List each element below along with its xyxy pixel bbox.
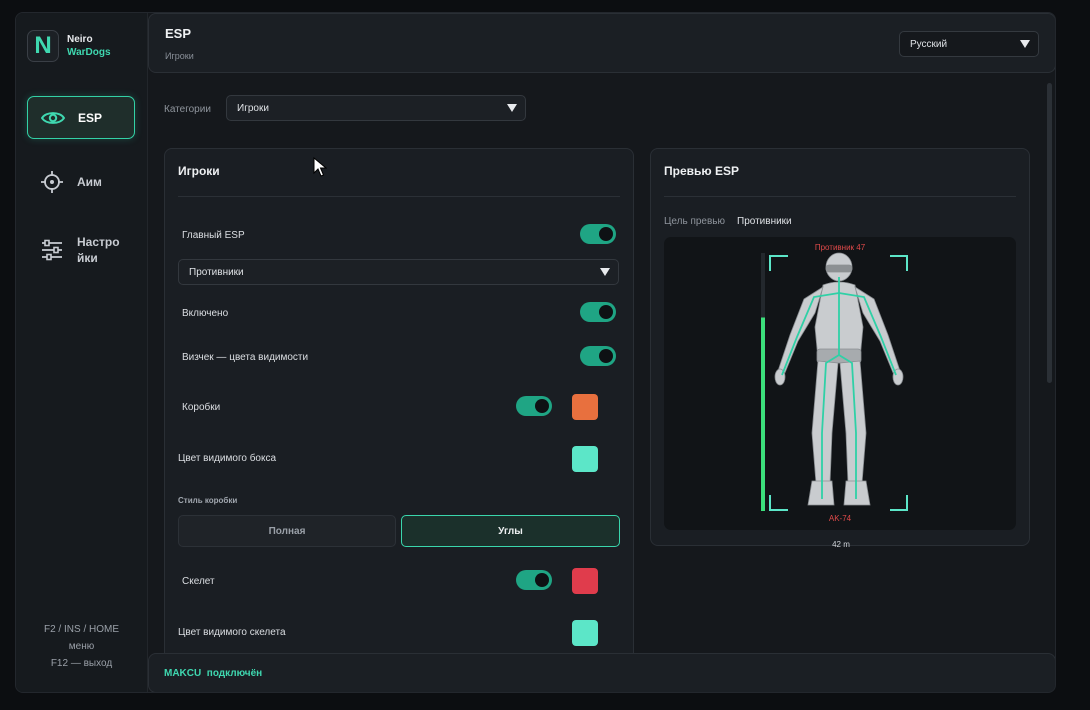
scrollbar[interactable]: [1047, 83, 1052, 383]
preview-target-label: Цель превью: [664, 216, 726, 227]
skeleton-label: Скелет: [182, 576, 215, 587]
boxes-toggle[interactable]: [516, 396, 552, 416]
category-select[interactable]: Игроки: [226, 95, 526, 121]
brand-name: Neiro: [67, 34, 93, 45]
language-select[interactable]: Русский: [899, 31, 1039, 57]
page-subtitle: Игроки: [165, 51, 194, 61]
health-bar-fill: [761, 317, 765, 511]
chevron-down-icon: [600, 268, 610, 276]
sliders-icon: [40, 238, 64, 262]
sidebar-item-esp[interactable]: ESP: [27, 96, 135, 139]
brand-product: WarDogs: [67, 47, 111, 58]
skeleton-color-swatch[interactable]: [572, 568, 598, 594]
visible-skeleton-color-label: Цвет видимого скелета: [178, 627, 286, 638]
enemy-distance-label: 42 m: [832, 540, 850, 549]
sidebar-item-label: ESP: [78, 110, 103, 125]
boxes-label: Коробки: [182, 402, 221, 413]
box-style-corners-button[interactable]: Углы: [401, 515, 620, 547]
hotkey-hint: F2 / INS / HOME меню F12 — выход: [43, 624, 119, 669]
visibility-check-label: Визчек — цвета видимости: [182, 352, 309, 363]
chevron-down-icon: [1020, 40, 1030, 48]
header: ESP Игроки Русский: [148, 13, 1055, 73]
app-window: N Neiro WarDogs ESP Аим Настро йки F2 / …: [15, 12, 1056, 693]
sidebar-item-label: Аим: [77, 174, 102, 189]
box-style-label: Стиль коробки: [178, 496, 238, 505]
preview-canvas: Противник 47 AK-74: [664, 237, 1016, 530]
status-bar: MAKCU подключён: [148, 653, 1055, 692]
esp-preview-panel: Превью ESP Цель превью Противники Против…: [650, 148, 1030, 549]
target-select[interactable]: Противники: [178, 259, 619, 285]
main-esp-label: Главный ESP: [182, 230, 245, 241]
main-esp-toggle[interactable]: [580, 224, 616, 244]
preview-target-value[interactable]: Противники: [737, 216, 792, 227]
sidebar-item-settings[interactable]: Настро йки: [27, 228, 135, 271]
enemy-weapon-label: AK-74: [828, 514, 852, 523]
enabled-label: Включено: [182, 308, 229, 319]
boxes-color-swatch[interactable]: [572, 394, 598, 420]
eye-icon: [41, 106, 65, 130]
page-title: ESP: [165, 26, 192, 41]
logo: N Neiro WarDogs: [27, 30, 111, 62]
divider: [664, 196, 1016, 197]
box-style-full-button[interactable]: Полная: [178, 515, 396, 547]
chevron-down-icon: [507, 104, 517, 112]
mouse-cursor-icon: [313, 157, 327, 177]
visible-box-color-label: Цвет видимого бокса: [178, 453, 277, 464]
sidebar-item-label: Настро йки: [77, 234, 120, 265]
players-panel: Игроки Главный ESP Противники Включено В…: [164, 148, 634, 692]
sidebar: N Neiro WarDogs ESP Аим Настро йки F2 / …: [16, 13, 148, 692]
panel-title: Игроки: [178, 164, 220, 178]
logo-mark: N: [27, 30, 59, 62]
visible-skeleton-color-swatch[interactable]: [572, 620, 598, 646]
connection-status: MAKCU подключён: [164, 667, 263, 679]
sidebar-item-aim[interactable]: Аим: [27, 160, 135, 203]
category-label: Категории: [164, 104, 211, 115]
panel-title: Превью ESP: [664, 164, 739, 178]
skeleton-toggle[interactable]: [516, 570, 552, 590]
divider: [178, 196, 620, 197]
esp-skeleton: [781, 277, 897, 499]
visible-box-color-swatch[interactable]: [572, 446, 598, 472]
crosshair-icon: [40, 170, 64, 194]
visibility-check-toggle[interactable]: [580, 346, 616, 366]
preview-overlay: [761, 252, 908, 511]
enabled-toggle[interactable]: [580, 302, 616, 322]
